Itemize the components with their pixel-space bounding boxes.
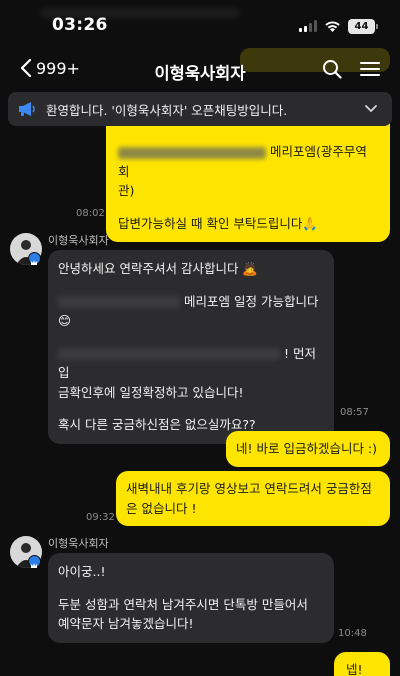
chevron-down-icon[interactable] bbox=[364, 104, 378, 114]
search-icon bbox=[323, 60, 342, 79]
message-text: 예약문자 남겨놓겠습니다! bbox=[58, 616, 194, 631]
message-text: 금확인후에 일정확정하고 있습니다! bbox=[58, 384, 244, 400]
redacted-text bbox=[58, 348, 280, 360]
message-text: 넵! bbox=[346, 662, 363, 676]
message-time: 08:02 bbox=[76, 208, 105, 219]
message-text: 새벽내내 후기랑 영상보고 연락드려서 궁금한점 bbox=[126, 481, 372, 496]
message-time: 10:48 bbox=[338, 628, 367, 639]
message-text: 은 없습니다 ! bbox=[126, 500, 197, 516]
notice-bar[interactable]: 환영합니다. '이형욱사회자' 오픈채팅방입니다. bbox=[8, 92, 392, 126]
menu-button[interactable] bbox=[360, 61, 380, 81]
sender-name: 이형욱사회자 bbox=[48, 234, 109, 247]
message-bubble-outgoing[interactable]: 네! 바로 입금하겠습니다 :) bbox=[226, 431, 390, 467]
message-text: 네! 바로 입금하겠습니다 :) bbox=[236, 441, 378, 456]
redacted-text bbox=[58, 296, 180, 308]
message-text: 관) bbox=[118, 183, 135, 198]
message-bubble-outgoing[interactable]: 넵! bbox=[334, 652, 390, 676]
status-bar: 03:26 44 bbox=[0, 0, 400, 50]
hamburger-icon bbox=[360, 62, 380, 76]
megaphone-icon bbox=[19, 102, 35, 116]
message-bubble-incoming[interactable]: 아이궁..! 두분 성함과 연락처 남겨주시면 단톡방 만들어서 예약문자 남겨… bbox=[48, 553, 334, 643]
redacted-text bbox=[118, 146, 266, 159]
message-text: 안녕하세요 연락주셔서 감사합니다 🙇 bbox=[58, 261, 258, 276]
chat-header: 999+ 이형욱사회자 bbox=[0, 52, 400, 90]
message-bubble-outgoing[interactable]: 새벽내내 후기랑 영상보고 연락드려서 궁금한점 은 없습니다 ! bbox=[116, 471, 390, 526]
sender-name: 이형욱사회자 bbox=[48, 537, 109, 550]
battery-level: 44 bbox=[348, 18, 375, 34]
host-badge-icon bbox=[28, 555, 41, 568]
battery-icon: 44 bbox=[348, 18, 378, 34]
smile-emoji: 😊 bbox=[58, 313, 72, 328]
message-text: 아이궁..! bbox=[58, 564, 106, 579]
message-time: 08:57 bbox=[340, 407, 369, 418]
message-text: 두분 성함과 연락처 남겨주시면 단톡방 만들어서 bbox=[58, 596, 308, 612]
wifi-icon bbox=[325, 21, 340, 32]
message-bubble-outgoing[interactable]: 메리포엠(광주무역회 관) 답변가능하실 때 확인 부탁드립니다🙏 bbox=[106, 108, 390, 242]
status-icons: 44 bbox=[299, 18, 378, 34]
message-text: 메리포엠 일정 가능합니다 bbox=[184, 293, 319, 309]
host-badge-icon bbox=[28, 252, 41, 265]
status-time: 03:26 bbox=[52, 15, 108, 35]
message-text: 답변가능하실 때 확인 부탁드립니다🙏 bbox=[118, 215, 318, 231]
message-time: 09:32 bbox=[86, 512, 115, 523]
signal-icon bbox=[299, 20, 317, 32]
search-button[interactable] bbox=[322, 59, 342, 83]
message-bubble-incoming[interactable]: 안녕하세요 연락주셔서 감사합니다 🙇 메리포엠 일정 가능합니다 😊 ! 먼저… bbox=[48, 250, 334, 444]
notice-text: 환영합니다. '이형욱사회자' 오픈채팅방입니다. bbox=[46, 102, 288, 118]
